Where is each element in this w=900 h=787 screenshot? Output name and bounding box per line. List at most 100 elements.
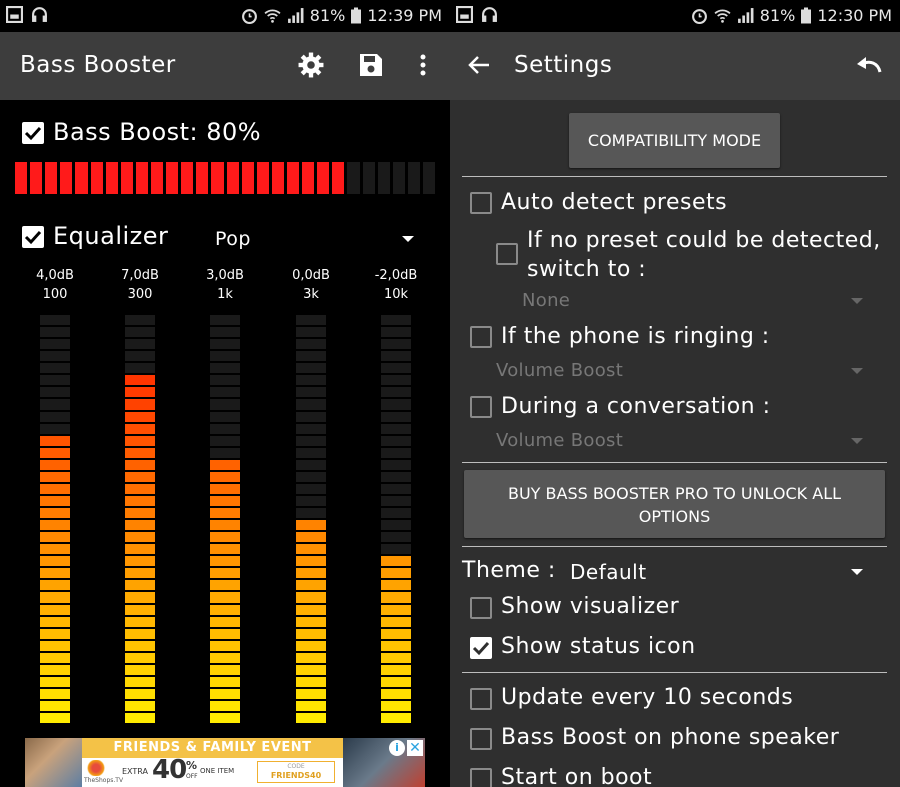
eq-segment — [125, 544, 155, 555]
ad-banner[interactable]: FRIENDS & FAMILY EVENT TheShops.TV EXTRA… — [25, 738, 425, 787]
eq-segment — [381, 387, 411, 398]
divider — [462, 672, 887, 673]
eq-band-slider-3k[interactable] — [296, 315, 326, 724]
preset-dropdown-arrow-icon[interactable] — [402, 236, 414, 242]
theme-dropdown-arrow-icon[interactable] — [851, 569, 863, 575]
eq-segment — [210, 315, 240, 326]
battery-icon — [801, 7, 812, 24]
show-status-icon-checkbox[interactable] — [470, 637, 492, 659]
conversation-checkbox[interactable] — [470, 396, 492, 418]
clock: 12:39 PM — [367, 6, 442, 25]
eq-band-slider-10k[interactable] — [381, 315, 411, 724]
eq-segment — [125, 676, 155, 687]
ad-code-label: CODE — [287, 763, 305, 770]
gear-icon — [298, 52, 324, 78]
eq-segment — [40, 532, 70, 543]
headphones-icon — [32, 7, 47, 22]
eq-segment — [40, 315, 70, 326]
alarm-icon — [691, 9, 707, 24]
eq-segment — [125, 580, 155, 591]
auto-detect-checkbox[interactable] — [470, 192, 492, 214]
eq-segment — [125, 640, 155, 651]
eq-segment — [210, 495, 240, 506]
auto-detect-label: Auto detect presets — [501, 190, 728, 215]
eq-segment — [40, 411, 70, 422]
eq-segment — [210, 459, 240, 470]
battery-percent: 81% — [759, 6, 796, 25]
eq-band-slider-1k[interactable] — [210, 315, 240, 724]
eq-segment — [296, 483, 326, 494]
show-visualizer-checkbox[interactable] — [470, 597, 492, 619]
eq-segment — [125, 351, 155, 362]
eq-segment — [125, 495, 155, 506]
eq-segment — [296, 471, 326, 482]
overflow-menu-button[interactable] — [408, 50, 438, 80]
conversation-dropdown[interactable]: Volume Boost — [496, 430, 623, 451]
start-on-boot-checkbox[interactable] — [470, 768, 492, 787]
eq-segment — [40, 520, 70, 531]
bass-meter-segment — [256, 162, 269, 194]
update-every-checkbox[interactable] — [470, 688, 492, 710]
ad-close-icon[interactable]: ✕ — [407, 740, 423, 756]
eq-segment — [40, 508, 70, 519]
phone-ringing-checkbox[interactable] — [470, 326, 492, 348]
dropdown-arrow-icon[interactable] — [851, 298, 863, 304]
eq-segment — [40, 447, 70, 458]
app-bar: Bass Booster — [0, 32, 450, 100]
eq-segment — [381, 471, 411, 482]
bass-boost-checkbox[interactable] — [22, 122, 44, 144]
preset-selector[interactable]: Pop — [215, 228, 251, 250]
eq-segment — [296, 652, 326, 663]
no-preset-label-line2: switch to : — [527, 257, 647, 282]
eq-segment — [40, 363, 70, 374]
eq-segment — [381, 580, 411, 591]
eq-segment — [210, 411, 240, 422]
eq-segment — [381, 520, 411, 531]
eq-segment — [381, 604, 411, 615]
compatibility-mode-button[interactable]: COMPATIBILITY MODE — [569, 113, 780, 168]
theme-label: Theme : — [462, 558, 556, 583]
eq-segment — [210, 351, 240, 362]
dropdown-arrow-icon[interactable] — [851, 368, 863, 374]
gallery-notification-icon — [456, 6, 473, 23]
ad-info-icon[interactable]: i — [389, 740, 405, 756]
eq-segment — [40, 459, 70, 470]
eq-segment — [210, 676, 240, 687]
eq-segment — [210, 423, 240, 434]
eq-segment — [125, 471, 155, 482]
eq-band-slider-100[interactable] — [40, 315, 70, 724]
buy-pro-button[interactable]: BUY BASS BOOSTER PRO TO UNLOCK ALL OPTIO… — [464, 470, 885, 538]
settings-button[interactable] — [296, 50, 326, 80]
band-label: 7,0dB 300 — [110, 266, 170, 304]
signal-icon — [287, 8, 304, 23]
battery-percent: 81% — [309, 6, 346, 25]
bass-booster-screen: 81% 12:39 PM Bass Booster Bass Boost: 80… — [0, 0, 450, 787]
bass-meter-segment — [362, 162, 375, 194]
phone-ringing-dropdown[interactable]: Volume Boost — [496, 360, 623, 381]
eq-segment — [210, 628, 240, 639]
bass-speaker-checkbox[interactable] — [470, 728, 492, 750]
eq-segment — [381, 713, 411, 724]
bass-boost-slider[interactable] — [15, 162, 436, 194]
equalizer-checkbox[interactable] — [22, 226, 44, 248]
undo-button[interactable] — [854, 50, 884, 80]
band-gain: 3,0dB — [206, 268, 244, 283]
theme-dropdown[interactable]: Default — [570, 560, 647, 584]
check-icon — [24, 126, 42, 141]
band-gain: -2,0dB — [374, 268, 418, 283]
back-button[interactable] — [464, 50, 494, 80]
eq-segment — [210, 652, 240, 663]
eq-segment — [381, 399, 411, 410]
undo-icon — [857, 57, 882, 73]
band-label: 0,0dB 3k — [281, 266, 341, 304]
eq-band-slider-300[interactable] — [125, 315, 155, 724]
eq-segment — [40, 387, 70, 398]
eq-segment — [296, 616, 326, 627]
save-button[interactable] — [356, 50, 386, 80]
eq-segment — [210, 532, 240, 543]
eq-segment — [125, 652, 155, 663]
no-preset-checkbox[interactable] — [496, 243, 518, 265]
no-preset-dropdown[interactable]: None — [522, 290, 570, 311]
check-icon — [24, 230, 42, 245]
dropdown-arrow-icon[interactable] — [851, 438, 863, 444]
